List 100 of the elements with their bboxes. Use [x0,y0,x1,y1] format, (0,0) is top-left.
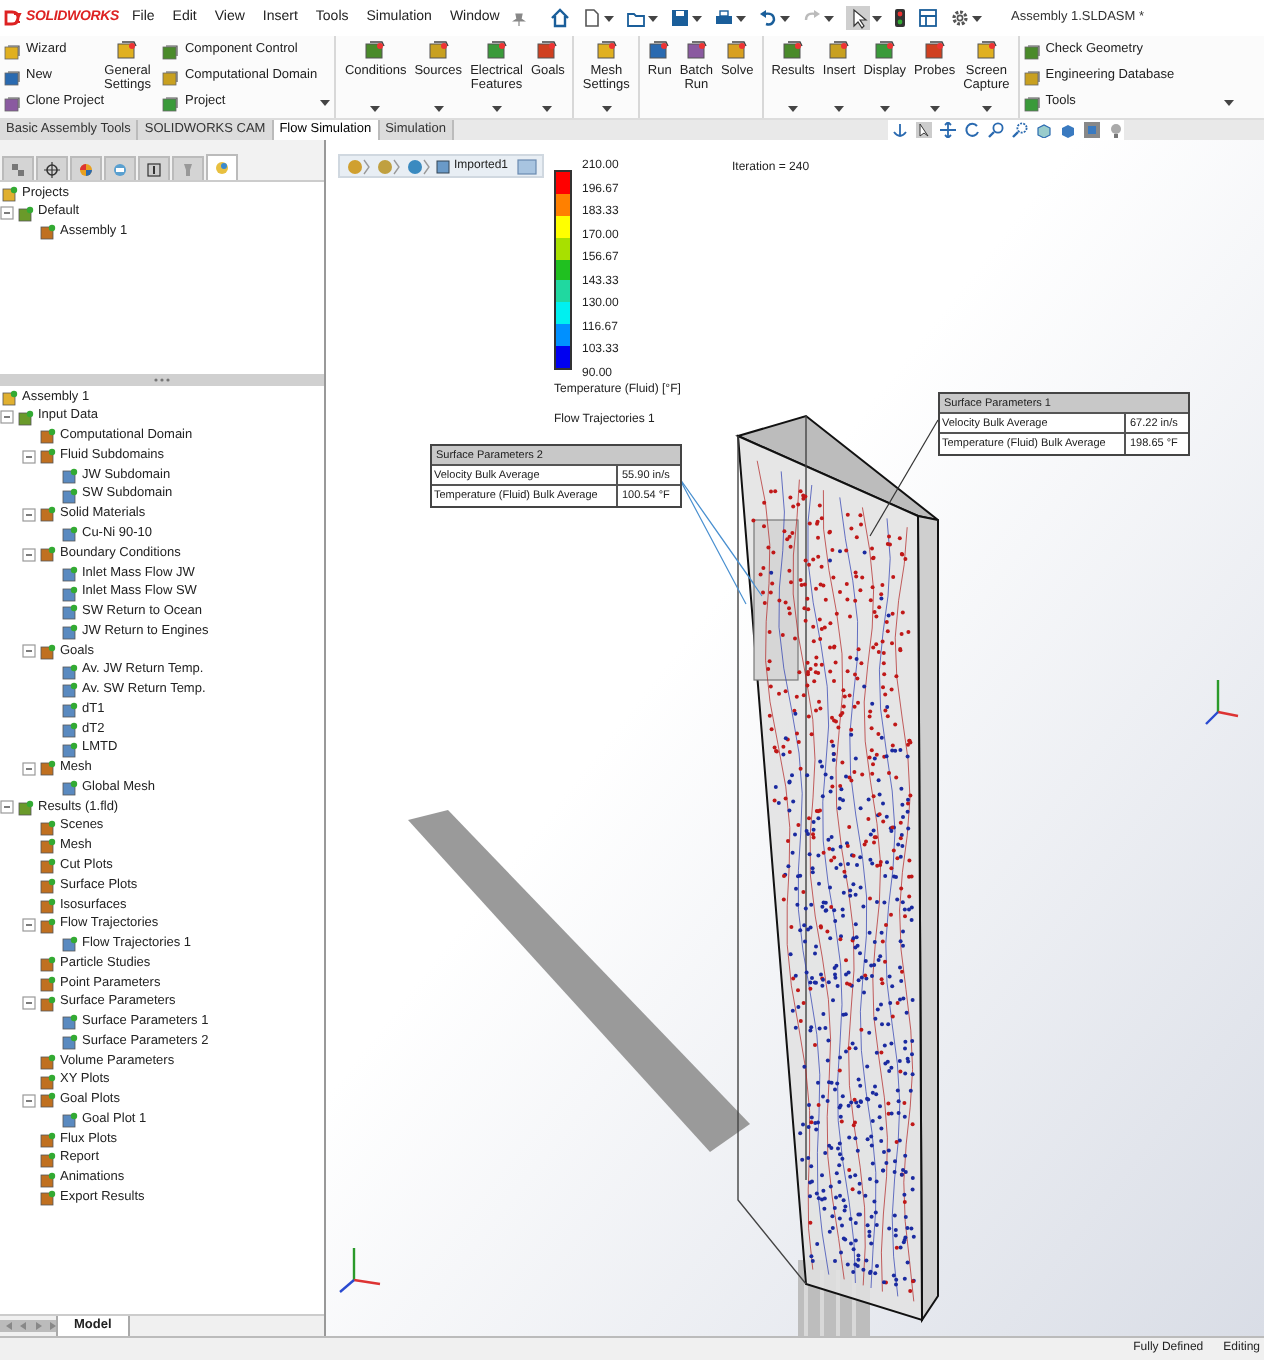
caret-icon[interactable] [542,106,553,112]
caret-icon[interactable] [871,15,882,21]
node-icon [40,506,56,523]
traffic-light-icon[interactable] [893,8,906,28]
caret-icon[interactable] [647,15,658,21]
panel-tab[interactable] [70,156,102,180]
node-icon [40,428,56,445]
tool-icon [162,43,179,59]
caret-icon[interactable] [320,100,331,106]
tool-icon [873,40,896,62]
node-icon [62,1014,78,1031]
expander-icon[interactable] [22,918,36,933]
pan-icon[interactable] [940,122,956,138]
node-icon [40,1151,56,1168]
settings-icon[interactable] [949,8,970,28]
caret-icon[interactable] [971,15,982,21]
axis-triad-icon [339,1248,381,1293]
node-icon [40,448,56,465]
save-icon[interactable] [669,8,690,28]
caret-icon[interactable] [929,106,940,112]
splitter-handle-icon[interactable] [154,378,170,382]
caret-icon[interactable] [788,106,799,112]
node-icon [40,995,56,1012]
expander-icon[interactable] [22,507,36,522]
tool-icon [180,161,196,177]
node-icon [40,224,56,241]
flow-simulation-icon [214,160,230,176]
leader-line [869,419,939,537]
tool-icon [4,43,20,59]
new-document-icon[interactable] [581,8,602,28]
node-icon [62,936,78,953]
caret-icon[interactable] [1223,100,1234,106]
caret-icon[interactable] [691,15,702,21]
expander-icon[interactable] [22,547,36,561]
caret-icon[interactable] [735,15,746,21]
node-icon [40,1171,56,1187]
tool-icon [4,95,20,111]
node-icon [62,1034,78,1051]
caret-icon[interactable] [603,15,614,21]
node-icon [62,565,78,582]
undo-icon[interactable] [757,8,778,28]
caret-icon[interactable] [491,106,502,112]
node-icon [62,780,78,797]
expander-icon[interactable] [0,800,14,815]
tool-icon [1023,69,1040,85]
anchor-icon[interactable] [892,122,908,138]
expander-icon[interactable] [0,206,14,221]
caret-icon[interactable] [834,106,845,112]
expander-icon[interactable] [22,1093,36,1108]
caret-icon[interactable] [779,15,790,21]
caret-icon[interactable] [601,106,612,112]
assembly-icon[interactable] [406,157,430,175]
panel-tab[interactable] [36,156,68,180]
home-icon[interactable] [549,8,570,28]
tool-icon [364,40,387,62]
expander-icon[interactable] [22,761,36,776]
node-icon [62,487,78,504]
tool-icon [162,95,179,111]
node-icon [62,624,78,641]
tool-icon [726,40,749,62]
feature-tree-icon [10,161,26,177]
expander-icon[interactable] [22,449,36,464]
file-properties-icon[interactable] [917,8,938,28]
node-icon [40,1131,56,1148]
node-icon [62,526,78,543]
expander-icon[interactable] [22,996,36,1011]
appearance-icon [78,161,94,177]
part-icon [436,159,450,173]
leader-line [677,475,763,605]
expander-icon[interactable] [22,644,36,659]
panel-tab[interactable] [138,156,170,180]
node-icon [18,799,34,816]
tool-icon [595,40,618,62]
tool-icon [782,40,805,62]
caret-icon[interactable] [370,106,381,112]
tool-icon [975,40,998,62]
select-pointer-icon[interactable] [845,6,870,30]
rotate-icon[interactable] [964,122,980,138]
node-icon [40,1053,56,1070]
display-manager-icon [112,161,128,177]
tool-icon [116,40,139,62]
select-pointer-icon[interactable] [916,122,932,138]
tool-icon [1023,95,1040,111]
print-icon[interactable] [713,8,734,28]
caret-icon[interactable] [981,106,992,112]
lights-icon[interactable] [1108,122,1124,138]
logo-icon [4,10,22,26]
node-icon [40,1190,56,1207]
node-icon [2,185,18,202]
zoom-icon[interactable] [988,122,1004,138]
caret-icon[interactable] [823,15,834,21]
tool-icon [536,40,559,62]
panel-tab[interactable] [206,154,238,180]
zoom-area-icon[interactable] [1012,122,1028,138]
pin-icon[interactable] [511,11,526,25]
expander-icon[interactable] [0,410,14,425]
node-icon [40,917,56,934]
caret-icon[interactable] [879,106,890,112]
caret-icon[interactable] [433,106,444,112]
open-folder-icon[interactable] [625,8,646,28]
